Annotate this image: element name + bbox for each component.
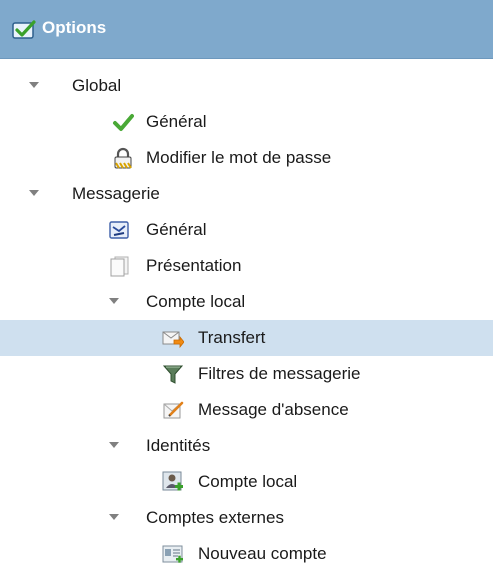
- tree-item-change-password[interactable]: Modifier le mot de passe: [0, 140, 493, 176]
- tree-item-general-messagerie[interactable]: Général: [0, 212, 493, 248]
- tree-item-identite-compte-local[interactable]: Compte local: [0, 464, 493, 500]
- add-identity-icon: [162, 471, 184, 493]
- tree-item-label: Général: [146, 112, 207, 131]
- new-account-icon: [162, 543, 184, 565]
- mail-settings-icon: [108, 219, 130, 241]
- tree-item-label: Filtres de messagerie: [198, 364, 361, 383]
- tree-item-presentation[interactable]: Présentation: [0, 248, 493, 284]
- tree-item-label: Compte local: [198, 472, 298, 491]
- filter-icon: [162, 363, 184, 385]
- expanded-triangle-icon[interactable]: [28, 80, 40, 90]
- tree-node-label: Identités: [146, 436, 211, 455]
- document-icon: [108, 255, 130, 277]
- tree-node-label: Messagerie: [72, 184, 160, 203]
- tree-node-comptes-externes[interactable]: Comptes externes: [0, 500, 493, 536]
- options-header: Options: [0, 0, 493, 59]
- tree-item-label: Modifier le mot de passe: [146, 148, 332, 167]
- tree-node-label: Global: [72, 76, 122, 95]
- expanded-triangle-icon[interactable]: [28, 188, 40, 198]
- tree-item-label: Transfert: [198, 328, 266, 347]
- tree-item-label: Message d'absence: [198, 400, 349, 419]
- tree-item-general-global[interactable]: Général: [0, 104, 493, 140]
- tree-item-filtres[interactable]: Filtres de messagerie: [0, 356, 493, 392]
- options-title: Options: [42, 18, 107, 37]
- tree-item-label: Général: [146, 220, 207, 239]
- checkmark-icon: [112, 111, 134, 133]
- tree-item-message-absence[interactable]: Message d'absence: [0, 392, 493, 428]
- absence-message-icon: [162, 399, 184, 421]
- tree-node-identites[interactable]: Identités: [0, 428, 493, 464]
- tree-item-label: Nouveau compte: [198, 544, 327, 563]
- tree-node-label: Compte local: [146, 292, 246, 311]
- tree-node-messagerie[interactable]: Messagerie: [0, 176, 493, 212]
- tree-node-global[interactable]: Global: [0, 68, 493, 104]
- tree-node-label: Comptes externes: [146, 508, 284, 527]
- tree-item-transfert[interactable]: Transfert: [0, 320, 493, 356]
- tree-node-compte-local[interactable]: Compte local: [0, 284, 493, 320]
- options-check-icon: [12, 20, 36, 40]
- mail-forward-icon: [162, 327, 184, 349]
- expanded-triangle-icon[interactable]: [108, 296, 120, 306]
- padlock-icon: [112, 147, 134, 169]
- expanded-triangle-icon[interactable]: [108, 440, 120, 450]
- tree-item-label: Présentation: [146, 256, 242, 275]
- expanded-triangle-icon[interactable]: [108, 512, 120, 522]
- tree-item-nouveau-compte[interactable]: Nouveau compte: [0, 536, 493, 572]
